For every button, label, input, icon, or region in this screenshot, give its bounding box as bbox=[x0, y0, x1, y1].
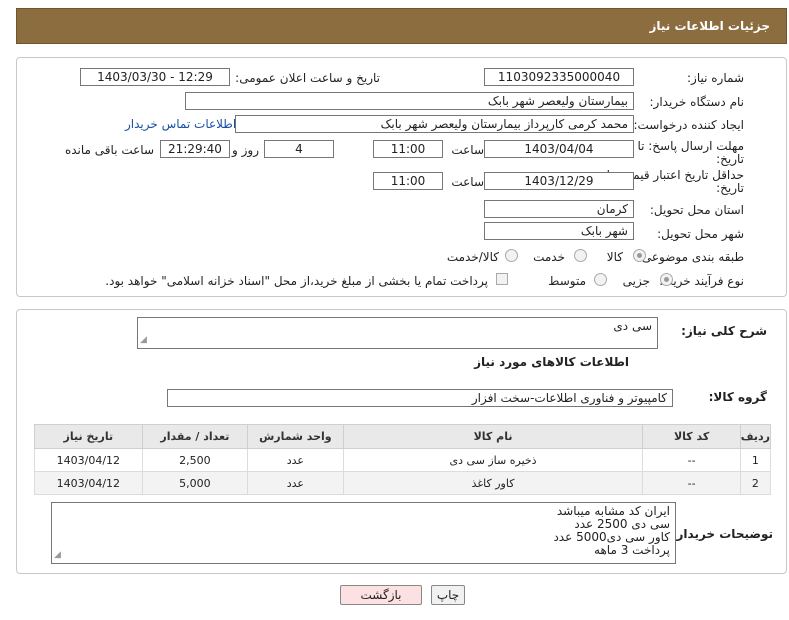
cell-code: -- bbox=[642, 448, 741, 472]
cell-unit: عدد bbox=[247, 448, 344, 472]
buyer-notes-label: توضیحات خریدار: bbox=[671, 527, 773, 541]
col-unit: واحد شمارش bbox=[247, 424, 344, 449]
category-option-goods-service: کالا/خدمت bbox=[446, 250, 499, 264]
table-row: 1 -- ذخیره ساز سی دی عدد 2,500 1403/04/1… bbox=[34, 448, 772, 472]
deadline-date-field: 1403/04/04 bbox=[484, 140, 634, 158]
cell-date: 1403/04/12 bbox=[34, 448, 143, 472]
province-field: کرمان bbox=[484, 200, 634, 218]
buyer-org-field: بیمارستان ولیعصر شهر بابک bbox=[185, 92, 634, 110]
resize-grip-icon[interactable]: ◢ bbox=[140, 334, 147, 347]
category-option-service: خدمت bbox=[533, 250, 565, 264]
buyer-notes-field: ایران کد مشابه میباشد سی دی 2500 عدد کاو… bbox=[51, 502, 676, 564]
city-field: شهر بابک bbox=[484, 222, 634, 240]
deadline-date-label: تاریخ: bbox=[716, 152, 744, 166]
deadline-time-field: 11:00 bbox=[373, 140, 443, 158]
validity-time-label: ساعت bbox=[451, 175, 484, 189]
process-option-medium: متوسط bbox=[548, 274, 586, 288]
category-radio-goods[interactable] bbox=[633, 249, 646, 262]
goods-group-field: کامپیوتر و فناوری اطلاعات-سخت افزار bbox=[167, 389, 673, 407]
announce-label: تاریخ و ساعت اعلان عمومی: bbox=[235, 71, 380, 85]
cell-qty: 5,000 bbox=[141, 471, 249, 495]
goods-section-title: اطلاعات کالاهای مورد نیاز bbox=[474, 355, 629, 369]
deadline-time-label: ساعت bbox=[451, 143, 484, 157]
city-label: شهر محل تحویل: bbox=[657, 227, 744, 241]
process-radio-minor[interactable] bbox=[660, 273, 673, 286]
treasury-payment-checkbox[interactable] bbox=[496, 273, 508, 285]
cell-row: 2 bbox=[739, 471, 772, 495]
announce-field: 1403/03/30 - 12:29 bbox=[80, 68, 230, 86]
cell-qty: 2,500 bbox=[141, 448, 249, 472]
cell-row: 1 bbox=[739, 448, 772, 472]
need-number-label: شماره نیاز: bbox=[687, 71, 744, 85]
resize-grip-icon[interactable]: ◢ bbox=[54, 549, 61, 562]
process-option-minor: جزیی bbox=[622, 274, 650, 288]
process-radio-medium[interactable] bbox=[594, 273, 607, 286]
col-code: کد کالا bbox=[642, 424, 741, 449]
cell-name: ذخیره ساز سی دی bbox=[342, 448, 644, 472]
cell-name: کاور کاغذ bbox=[342, 471, 644, 495]
back-button[interactable]: بازگشت bbox=[340, 585, 422, 605]
creator-field: محمد کرمی کارپرداز بیمارستان ولیعصر شهر … bbox=[235, 115, 634, 133]
category-option-goods: کالا bbox=[606, 250, 623, 264]
validity-date-label: تاریخ: bbox=[716, 181, 744, 195]
print-button[interactable]: چاپ bbox=[431, 585, 465, 605]
description-label: شرح کلی نیاز: bbox=[681, 324, 767, 338]
table-header-row: ردیف کد کالا نام کالا واحد شمارش تعداد /… bbox=[34, 424, 772, 449]
col-qty: تعداد / مقدار bbox=[141, 424, 249, 449]
validity-date-field: 1403/12/29 bbox=[484, 172, 634, 190]
treasury-payment-note: پرداخت تمام یا بخشی از مبلغ خرید،از محل … bbox=[105, 274, 488, 288]
days-label: روز و bbox=[232, 143, 259, 157]
table-row: 2 -- کاور کاغذ عدد 5,000 1403/04/12 bbox=[34, 471, 772, 495]
buyer-notes-line: کاور سی دی5000 عدد bbox=[553, 530, 670, 544]
description-text: سی دی bbox=[613, 319, 652, 333]
col-date: تاریخ نیاز bbox=[34, 424, 143, 449]
goods-group-label: گروه کالا: bbox=[708, 390, 767, 404]
goods-table: ردیف کد کالا نام کالا واحد شمارش تعداد /… bbox=[34, 424, 772, 495]
need-number-field: 1103092335000040 bbox=[484, 68, 634, 86]
province-label: استان محل تحویل: bbox=[649, 203, 744, 217]
page-title: جزئیات اطلاعات نیاز bbox=[649, 19, 770, 33]
remaining-field: 21:29:40 bbox=[160, 140, 230, 158]
validity-time-field: 11:00 bbox=[373, 172, 443, 190]
remaining-label: ساعت باقی مانده bbox=[64, 143, 154, 157]
description-field: سی دی ◢ bbox=[137, 317, 658, 349]
cell-code: -- bbox=[642, 471, 741, 495]
category-label: طبقه بندی موضوعی: bbox=[637, 250, 744, 264]
cell-date: 1403/04/12 bbox=[34, 471, 143, 495]
col-row: ردیف bbox=[739, 424, 772, 449]
category-radio-service[interactable] bbox=[574, 249, 587, 262]
category-radio-goods-service[interactable] bbox=[505, 249, 518, 262]
col-name: نام کالا bbox=[342, 424, 644, 449]
cell-unit: عدد bbox=[247, 471, 344, 495]
page-header: جزئیات اطلاعات نیاز bbox=[16, 8, 787, 44]
deadline-label: مهلت ارسال پاسخ: تا bbox=[637, 139, 744, 153]
buyer-org-label: نام دستگاه خریدار: bbox=[649, 95, 745, 109]
buyer-notes-line: پرداخت 3 ماهه bbox=[594, 543, 670, 557]
buyer-contact-link[interactable]: اطلاعات تماس خریدار bbox=[125, 117, 236, 131]
days-field: 4 bbox=[264, 140, 334, 158]
creator-label: ایجاد کننده درخواست: bbox=[633, 118, 744, 132]
